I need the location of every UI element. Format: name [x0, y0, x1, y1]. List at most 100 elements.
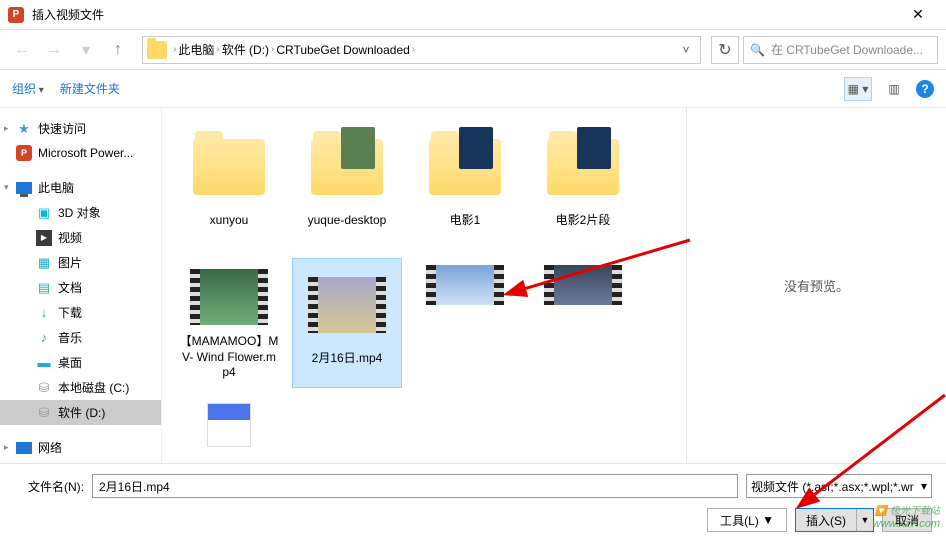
sidebar-item-label: 快速访问 — [38, 120, 86, 137]
bottom-bar: 文件名(N): 视频文件 (*.asf;*.asx;*.wpl;*.wr ▾ 工… — [0, 463, 946, 542]
pic-icon: ▦ — [36, 255, 52, 271]
expand-icon[interactable]: ▸ — [4, 123, 9, 134]
disk-icon: ⛁ — [36, 405, 52, 421]
preview-pane: 没有预览。 — [686, 108, 946, 463]
pc-icon — [16, 182, 32, 194]
nav-back-button[interactable]: ← — [8, 36, 36, 64]
file-type-filter[interactable]: 视频文件 (*.asf;*.asx;*.wpl;*.wr ▾ — [746, 474, 932, 498]
breadcrumb-sep-icon: › — [173, 44, 176, 55]
breadcrumb-dropdown-icon[interactable]: ˅ — [676, 43, 696, 57]
app-icon: P — [8, 7, 24, 23]
sidebar-item-label: 本地磁盘 (C:) — [58, 379, 129, 396]
sidebar-item[interactable]: ▸网络 — [0, 435, 161, 460]
chevron-down-icon: ▼ — [762, 513, 774, 527]
sidebar: ▸ ★ 快速访问 P Microsoft Power... ▾ 此电脑 ▣ 3D 对象 ▶视频 ▦ 图… — [0, 108, 162, 463]
file-item[interactable]: 【MAMAMOO】MV- Wind Flower.mp4 — [174, 258, 284, 388]
sidebar-item[interactable]: P Microsoft Power... — [0, 141, 161, 165]
file-thumb — [543, 265, 623, 305]
insert-label: 插入(S) — [796, 509, 857, 531]
music-icon: ♪ — [36, 330, 52, 346]
filename-label: 文件名(N): — [14, 478, 84, 495]
sidebar-item[interactable]: ▸ ★ 快速访问 — [0, 116, 161, 141]
sidebar-item-label: 软件 (D:) — [58, 404, 105, 421]
breadcrumb[interactable]: › 此电脑 › 软件 (D:) › CRTubeGet Downloaded ›… — [142, 36, 701, 64]
sidebar-item[interactable]: ▶视频 — [0, 225, 161, 250]
file-item[interactable] — [174, 396, 284, 446]
tools-label: 工具(L) — [720, 512, 759, 529]
file-item[interactable]: 电影2片段 — [528, 120, 638, 250]
file-item[interactable]: 电影1 — [410, 120, 520, 250]
close-button[interactable]: ✕ — [898, 0, 938, 30]
sidebar-item[interactable]: ↓下载 — [0, 300, 161, 325]
expand-icon[interactable]: ▸ — [4, 442, 9, 453]
nav-recent-button[interactable]: ▾ — [72, 36, 100, 64]
sidebar-item[interactable]: ▾ 此电脑 — [0, 175, 161, 200]
organize-menu[interactable]: 组织 — [12, 80, 44, 97]
tools-button[interactable]: 工具(L) ▼ — [707, 508, 787, 532]
search-icon: 🔍 — [750, 43, 765, 57]
search-input[interactable]: 🔍 在 CRTubeGet Downloade... — [743, 36, 938, 64]
body-area: ▸ ★ 快速访问 P Microsoft Power... ▾ 此电脑 ▣ 3D 对象 ▶视频 ▦ 图… — [0, 108, 946, 463]
view-preview-button[interactable]: ▥ — [880, 77, 908, 101]
watermark: 🔽 极光下载站 www.xz7.com — [873, 506, 940, 531]
sidebar-item[interactable]: ▣ 3D 对象 — [0, 200, 161, 225]
chevron-down-icon: ▾ — [921, 479, 927, 493]
file-item[interactable]: 2月16日.mp4 — [292, 258, 402, 388]
file-thumb — [425, 265, 505, 305]
file-list[interactable]: xunyou yuque-desktop 电影1 电影2片段【MAMAMOO】MV- … — [162, 108, 686, 463]
filter-text: 视频文件 (*.asf;*.asx;*.wpl;*.wr — [751, 478, 914, 495]
sidebar-item-label: 视频 — [58, 229, 82, 246]
file-label: 【MAMAMOO】MV- Wind Flower.mp4 — [179, 334, 279, 381]
title-bar: P 插入视频文件 ✕ — [0, 0, 946, 30]
breadcrumb-folder-icon — [147, 41, 167, 59]
3d-icon: ▣ — [36, 205, 52, 221]
sidebar-item-label: 图片 — [58, 254, 82, 271]
sidebar-item-label: 此电脑 — [38, 179, 74, 196]
file-label: 2月16日.mp4 — [312, 351, 383, 367]
dl-icon: ↓ — [36, 305, 52, 321]
breadcrumb-segment[interactable]: 软件 (D:) — [222, 41, 269, 58]
sidebar-item[interactable]: ▦ 图片 — [0, 250, 161, 275]
sidebar-item-label: 桌面 — [58, 354, 82, 371]
sidebar-item[interactable]: ▬ 桌面 — [0, 350, 161, 375]
star-icon: ★ — [16, 121, 32, 137]
file-item[interactable] — [410, 258, 520, 308]
refresh-button[interactable]: ↻ — [711, 36, 739, 64]
window-title: 插入视频文件 — [32, 6, 898, 23]
insert-dropdown-icon[interactable]: ▼ — [857, 515, 873, 525]
view-thumbnails-button[interactable]: ▦ ▾ — [844, 77, 872, 101]
nav-up-button[interactable]: ↑ — [104, 36, 132, 64]
file-label: 电影2片段 — [556, 213, 611, 229]
sidebar-item-label: 文档 — [58, 279, 82, 296]
help-button[interactable]: ? — [916, 80, 934, 98]
insert-button[interactable]: 插入(S) ▼ — [795, 508, 874, 532]
sidebar-item[interactable]: ⛁本地磁盘 (C:) — [0, 375, 161, 400]
sidebar-item[interactable]: ▤文档 — [0, 275, 161, 300]
filename-input[interactable] — [92, 474, 738, 498]
toolbar: 组织 新建文件夹 ▦ ▾ ▥ ? — [0, 70, 946, 108]
file-thumb — [543, 127, 623, 207]
file-label: 电影1 — [450, 213, 481, 229]
sidebar-item-label: 3D 对象 — [58, 204, 101, 221]
sidebar-item-label: Microsoft Power... — [38, 146, 133, 160]
sidebar-item[interactable]: ♪音乐 — [0, 325, 161, 350]
pp-icon: P — [16, 145, 32, 161]
file-thumb — [307, 127, 387, 207]
net-icon — [16, 442, 32, 454]
file-item[interactable]: yuque-desktop — [292, 120, 402, 250]
search-placeholder: 在 CRTubeGet Downloade... — [771, 41, 923, 58]
file-thumb — [189, 127, 269, 207]
breadcrumb-segment[interactable]: CRTubeGet Downloaded — [276, 43, 409, 57]
breadcrumb-sep-icon: › — [412, 44, 415, 55]
file-label: xunyou — [210, 213, 249, 229]
breadcrumb-segment[interactable]: 此电脑 — [178, 41, 214, 58]
file-item[interactable] — [528, 258, 638, 308]
nav-forward-button[interactable]: → — [40, 36, 68, 64]
sidebar-item[interactable]: ⛁ 软件 (D:) — [0, 400, 161, 425]
expand-icon[interactable]: ▾ — [4, 182, 9, 193]
new-folder-button[interactable]: 新建文件夹 — [60, 80, 120, 97]
desk-icon: ▬ — [36, 355, 52, 371]
file-thumb — [189, 403, 269, 447]
file-item[interactable]: xunyou — [174, 120, 284, 250]
file-thumb — [307, 265, 387, 345]
